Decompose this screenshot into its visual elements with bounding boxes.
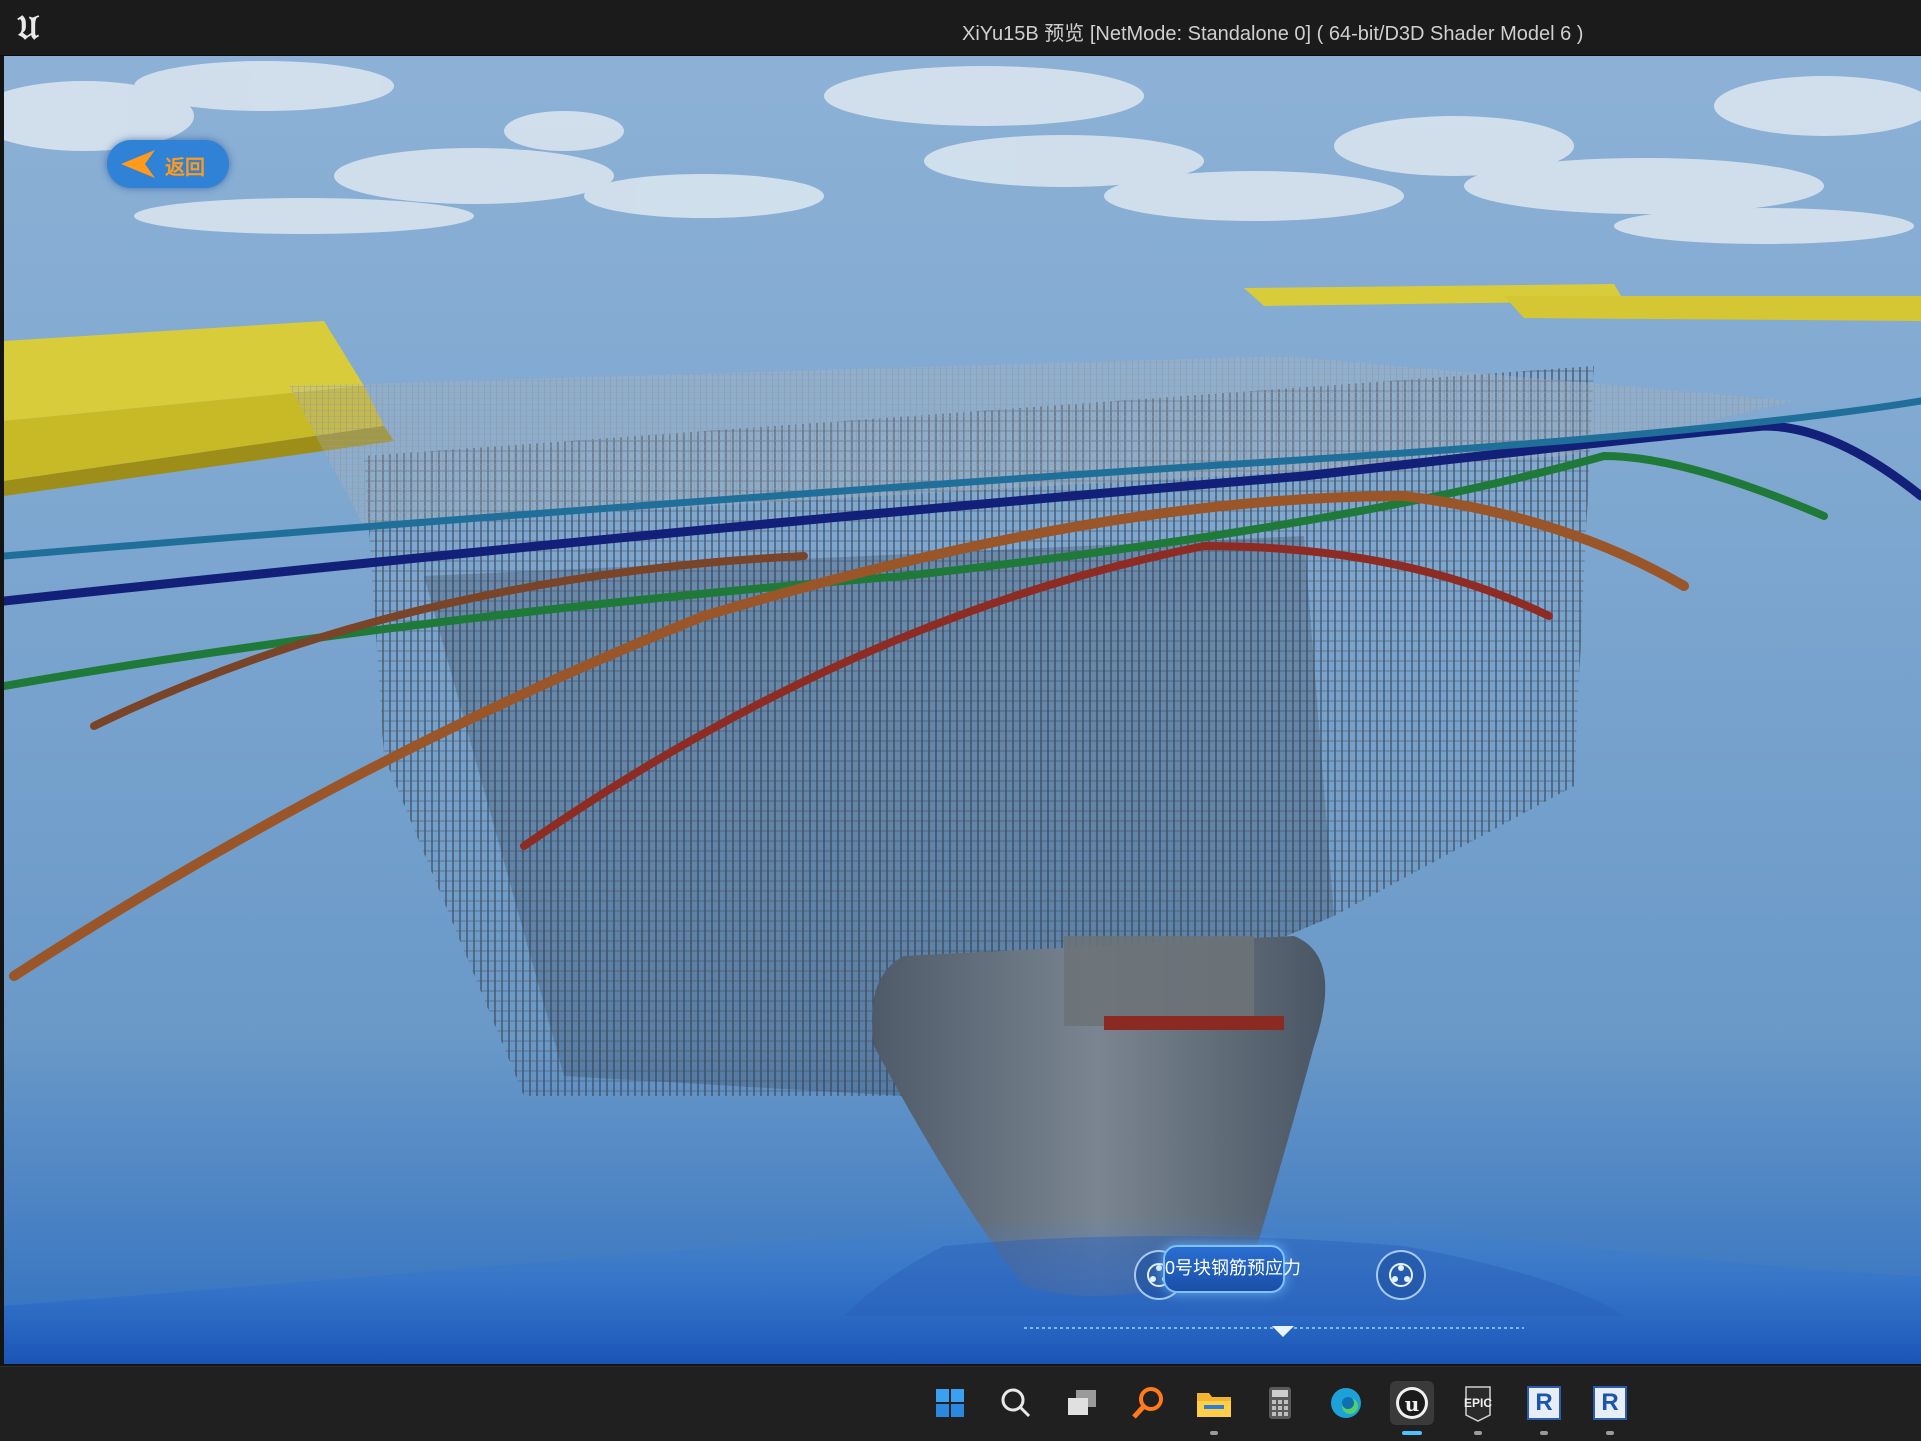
hud-mode-label[interactable]: 0号块钢筋预应力	[1163, 1245, 1301, 1293]
taskbar-revit-1[interactable]: R	[1522, 1381, 1566, 1435]
windows-start-icon	[936, 1389, 964, 1417]
window-title: XiYu15B 预览 [NetMode: Standalone 0] ( 64-…	[962, 23, 1584, 45]
revit-1-text: R	[1535, 1389, 1553, 1416]
revit-2-text: R	[1601, 1389, 1619, 1416]
taskbar-edge[interactable]	[1324, 1381, 1368, 1425]
taskbar-revit-2[interactable]: R	[1588, 1381, 1632, 1435]
taskbar-unreal-editor[interactable]: u	[1390, 1381, 1434, 1435]
magnifier-orange-icon	[1132, 1387, 1163, 1419]
calculator-icon	[1269, 1387, 1291, 1419]
title-bar: 𝔘 XiYu15B 预览 [NetMode: Standalone 0] ( 6…	[0, 0, 1921, 56]
edge-icon	[1331, 1388, 1361, 1418]
taskbar-calculator[interactable]	[1258, 1381, 1302, 1425]
search-icon	[1001, 1388, 1031, 1418]
arrow-left-icon	[121, 150, 155, 178]
unreal-engine-logo-icon: 𝔘	[17, 8, 39, 48]
back-button-label: 返回	[165, 157, 205, 179]
model-nodes-icon	[1389, 1263, 1413, 1287]
bridge-3d-scene	[4, 56, 1921, 1364]
unreal-engine-icon: u	[1396, 1387, 1428, 1419]
taskbar-task-view[interactable]	[1060, 1381, 1104, 1425]
taskbar-search[interactable]	[994, 1381, 1038, 1425]
taskbar: u EPIC R R	[0, 1366, 1921, 1441]
taskbar-epic-games[interactable]: EPIC	[1456, 1381, 1500, 1435]
svg-text:u: u	[1405, 1392, 1420, 1416]
taskbar-everything[interactable]	[1126, 1381, 1170, 1425]
taskbar-file-explorer[interactable]	[1192, 1381, 1236, 1435]
back-button[interactable]: 返回	[107, 140, 229, 188]
folder-icon	[1197, 1393, 1231, 1417]
epic-games-text: EPIC	[1463, 1396, 1492, 1410]
task-view-icon	[1068, 1390, 1096, 1415]
hud-right-model-nodes-icon[interactable]	[1376, 1250, 1426, 1300]
game-viewport[interactable]: 返回 0号块钢筋预应力	[4, 56, 1921, 1364]
taskbar-start[interactable]	[928, 1381, 972, 1425]
